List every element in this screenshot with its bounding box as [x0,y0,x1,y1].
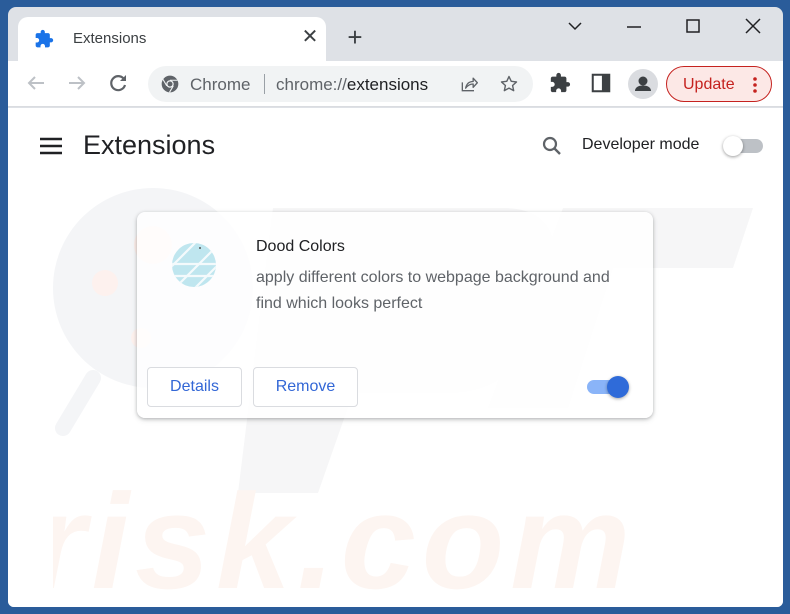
window-close-icon[interactable] [738,15,768,39]
toggle-knob [607,376,629,398]
page-title: Extensions [83,130,216,160]
forward-arrow-icon[interactable] [65,71,89,95]
omnibox-divider [264,74,265,94]
chrome-logo-icon [161,75,179,93]
bookmark-star-icon[interactable] [499,74,519,94]
maximize-icon[interactable] [678,15,708,39]
extension-name: Dood Colors [256,238,345,255]
reload-icon[interactable] [106,71,130,95]
extension-enable-toggle[interactable] [587,376,629,398]
toggle-knob [723,136,743,156]
site-chip: Chrome [190,75,251,94]
extensions-page: risk.com Extensions Developer mode Dood … [8,108,783,607]
extension-logo-icon [172,243,216,287]
tab-title: Extensions [73,30,147,47]
url-scheme: chrome:// [276,75,347,94]
side-panel-icon[interactable] [590,72,612,94]
profile-avatar[interactable] [628,69,658,99]
new-tab-button[interactable]: + [343,24,367,50]
remove-button[interactable]: Remove [253,367,358,407]
update-button[interactable]: Update [666,66,772,102]
search-icon[interactable] [540,134,564,158]
puzzle-icon [35,29,54,48]
person-icon [635,76,651,91]
tab-close-icon[interactable]: ✕ [300,27,320,47]
more-vert-icon [753,77,757,93]
extension-description: apply different colors to webpage backgr… [256,269,610,312]
browser-window: Extensions ✕ + Chrome chrome://extension… [8,7,783,607]
minimize-icon[interactable] [619,15,649,39]
address-bar[interactable]: Chrome chrome://extensions [148,66,533,102]
url-text[interactable]: chrome://extensions [276,75,428,95]
watermark-text: risk.com [53,466,636,607]
extensions-puzzle-icon[interactable] [549,72,571,94]
hamburger-menu-icon[interactable] [38,135,64,157]
tab-extensions[interactable]: Extensions ✕ [18,17,326,61]
toolbar: Chrome chrome://extensions Update [8,61,783,107]
developer-mode-toggle[interactable] [723,136,765,156]
update-label: Update [683,76,735,93]
tab-strip: Extensions ✕ + [8,7,783,61]
extension-card: Dood Colors apply different colors to we… [137,212,653,418]
back-arrow-icon[interactable] [24,71,48,95]
details-button[interactable]: Details [147,367,242,407]
url-host: extensions [346,75,429,94]
developer-mode-label: Developer mode [582,136,700,153]
share-icon[interactable] [459,74,479,94]
tab-search-chevron-icon[interactable] [560,15,590,39]
